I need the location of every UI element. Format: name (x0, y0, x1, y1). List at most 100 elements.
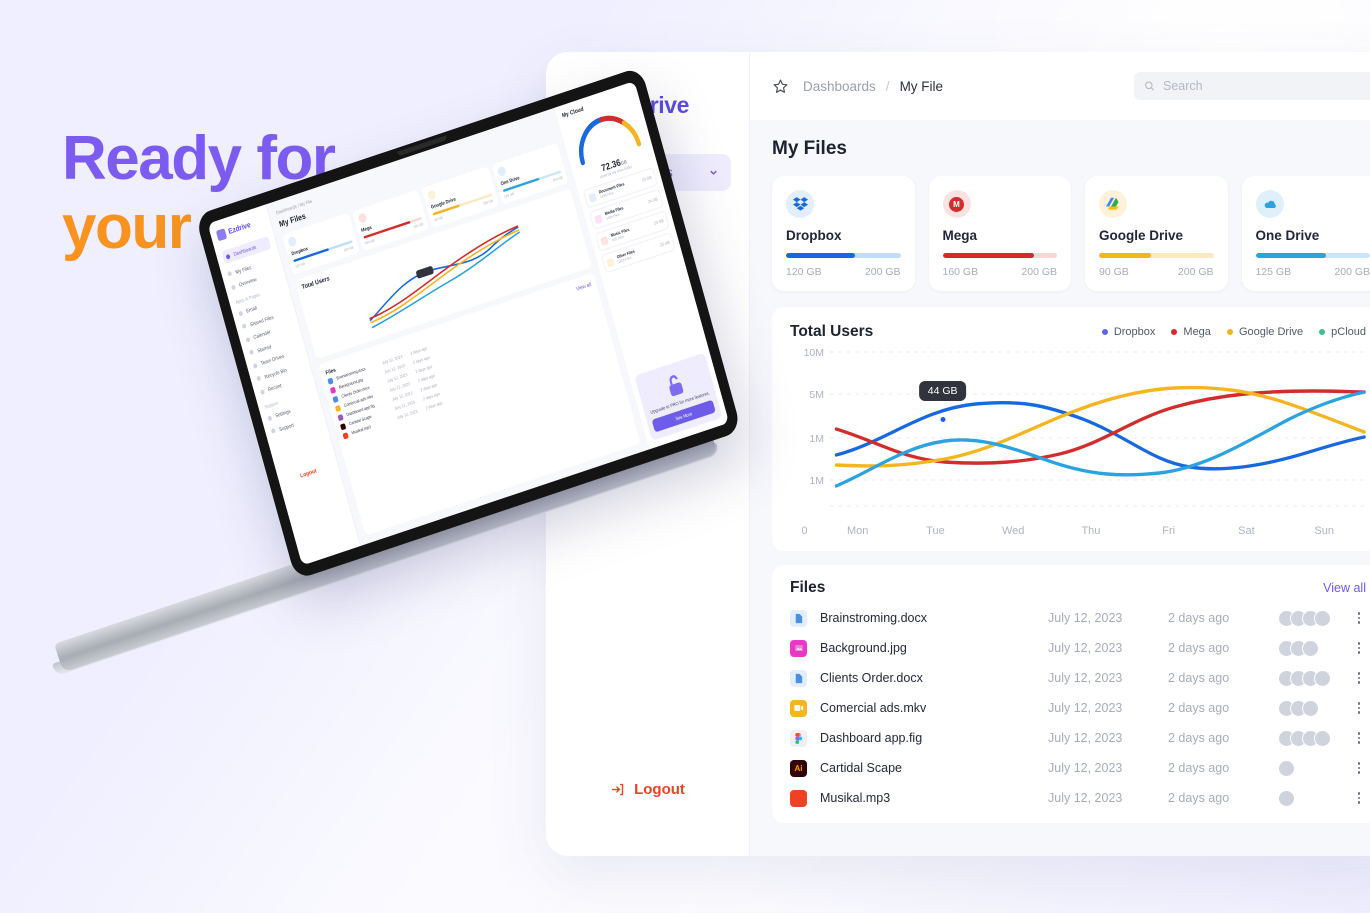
avatar-stack (1278, 759, 1352, 777)
chart-x-axis: 0 Mon Tue Wed Thu Fri Sat Sun (790, 525, 1366, 537)
file-modified: 2 days ago (1168, 761, 1230, 775)
avatar (1314, 669, 1331, 687)
file-date: July 12, 2023 (1048, 701, 1123, 715)
file-modified: 2 days ago (1168, 611, 1230, 625)
page-title: My Files (772, 138, 847, 159)
x-tick: Thu (1081, 525, 1101, 537)
x-tick: Sat (1238, 525, 1255, 537)
kebab-menu-icon[interactable] (1352, 702, 1366, 714)
laptop-mockup: Ezdrive Dashboards My Files Overview App… (46, 66, 806, 810)
x-tick: Wed (1001, 525, 1025, 537)
table-row[interactable]: Dashboard app.fig July 12, 2023 2 days ago (790, 723, 1366, 753)
table-row[interactable]: Ai Cartidal Scape July 12, 2023 2 days ago (790, 753, 1366, 783)
table-row[interactable]: Comercial ads.mkv July 12, 2023 2 days ago (790, 693, 1366, 723)
search-icon (1145, 81, 1155, 91)
file-name: Clients Order.docx (820, 671, 923, 685)
file-date: July 12, 2023 (1048, 791, 1123, 805)
table-row[interactable]: Background.jpg July 12, 2023 2 days ago (790, 633, 1366, 663)
search-box[interactable] (1134, 72, 1370, 100)
storage-cards: Dropbox 120 GB 200 GB M Mega 160 GB 200 … (772, 176, 1370, 291)
chevron-down-icon (710, 170, 717, 175)
avatar-stack (1278, 699, 1352, 717)
avatar (1314, 609, 1331, 627)
kebab-menu-icon[interactable] (1352, 612, 1366, 624)
chart-legend: Dropbox Mega Google Drive pCloud (1101, 326, 1366, 338)
storage-used: 125 GB (1255, 266, 1292, 278)
mega-icon: M (942, 190, 971, 218)
google-drive-icon (1099, 190, 1127, 218)
file-date: July 12, 2023 (1048, 761, 1123, 775)
search-input[interactable] (1163, 79, 1370, 93)
storage-total: 200 GB (1334, 266, 1370, 278)
file-name: Musikal.mp3 (820, 791, 891, 805)
file-modified: 2 days ago (1168, 641, 1230, 655)
storage-card-google-drive[interactable]: Google Drive 90 GB 200 GB (1085, 176, 1228, 291)
chart-tooltip: 44 GB (918, 381, 967, 401)
storage-card-mega[interactable]: M Mega 160 GB 200 GB (928, 176, 1071, 291)
y-tick: 1M (809, 433, 824, 445)
table-row[interactable]: Brainstroming.docx July 12, 2023 2 days ag… (790, 603, 1366, 633)
dropbox-icon (786, 190, 814, 218)
google-drive-glyph (1105, 197, 1118, 210)
kebab-menu-icon[interactable] (1352, 732, 1366, 744)
storage-used: 90 GB (1099, 266, 1129, 278)
legend-item-pcloud[interactable]: pCloud (1319, 326, 1366, 338)
avatar-stack (1278, 609, 1352, 627)
chart-tooltip-marker (938, 415, 948, 424)
kebab-menu-icon[interactable] (1352, 762, 1366, 774)
file-date: July 12, 2023 (1048, 731, 1123, 745)
file-name: Brainstroming.docx (820, 611, 927, 625)
avatar (1314, 729, 1331, 747)
avatar (1302, 639, 1319, 657)
kebab-menu-icon[interactable] (1352, 792, 1366, 804)
storage-card-one-drive[interactable]: One Drive 125 GB 200 GB (1241, 176, 1370, 291)
file-date: July 12, 2023 (1048, 641, 1123, 655)
storage-card-name: Mega (942, 228, 978, 243)
breadcrumb: Dashboards / My File (803, 79, 943, 94)
legend-item-mega[interactable]: Mega (1171, 326, 1211, 338)
mini-cloud-items: Document Files 1235 Files 20 GB Media Files… (582, 166, 677, 274)
file-modified: 2 days ago (1168, 701, 1230, 715)
mini-promo: Upgrade to PRO for more features. See Mo… (634, 352, 723, 441)
file-name: Dashboard app.fig (820, 731, 923, 745)
avatar-stack (1278, 669, 1352, 687)
one-drive-glyph (1264, 200, 1276, 208)
storage-progress (1255, 253, 1370, 258)
table-row[interactable]: Clients Order.docx July 12, 2023 2 days ag… (790, 663, 1366, 693)
storage-used: 160 GB (942, 266, 979, 278)
storage-progress (942, 253, 1057, 258)
view-all-link[interactable]: View all (1323, 581, 1366, 595)
avatar (1278, 789, 1295, 807)
topbar: Dashboards / My File (750, 52, 1370, 120)
breadcrumb-separator: / (885, 78, 890, 94)
one-drive-icon (1255, 190, 1284, 218)
main-content: Dashboards / My File My Files (750, 52, 1370, 856)
y-tick: 10M (803, 347, 824, 359)
file-modified: 2 days ago (1168, 671, 1230, 685)
content-scroll: My Files Dropbox 120 GB 200 GB M Mega 16… (750, 120, 1370, 856)
star-icon[interactable] (772, 78, 789, 95)
file-modified: 2 days ago (1168, 731, 1230, 745)
kebab-menu-icon[interactable] (1352, 642, 1366, 654)
avatar-stack (1278, 729, 1352, 747)
file-date: July 12, 2023 (1048, 611, 1123, 625)
storage-progress (1099, 253, 1214, 258)
table-row[interactable]: Musikal.mp3 July 12, 2023 2 days ago (790, 783, 1366, 813)
file-name: Comercial ads.mkv (820, 701, 927, 715)
kebab-menu-icon[interactable] (1352, 672, 1366, 684)
y-tick: 1M (809, 475, 824, 487)
file-modified: 2 days ago (1168, 791, 1230, 805)
poster-canvas: Ready for your project Ezdrive Dashboard… (0, 0, 1370, 913)
breadcrumb-root[interactable]: Dashboards (803, 79, 876, 94)
chart-plot (830, 347, 1366, 507)
storage-card-name: One Drive (1255, 228, 1320, 243)
storage-total: 200 GB (1021, 266, 1057, 278)
storage-card-name: Google Drive (1099, 228, 1184, 243)
avatar-stack (1278, 639, 1352, 657)
legend-item-dropbox[interactable]: Dropbox (1101, 326, 1155, 338)
avatar (1278, 759, 1295, 777)
legend-item-google-drive[interactable]: Google Drive (1226, 326, 1303, 338)
storage-total: 200 GB (1177, 266, 1214, 278)
x-tick: Tue (926, 525, 945, 537)
x-tick: Fri (1162, 525, 1176, 537)
